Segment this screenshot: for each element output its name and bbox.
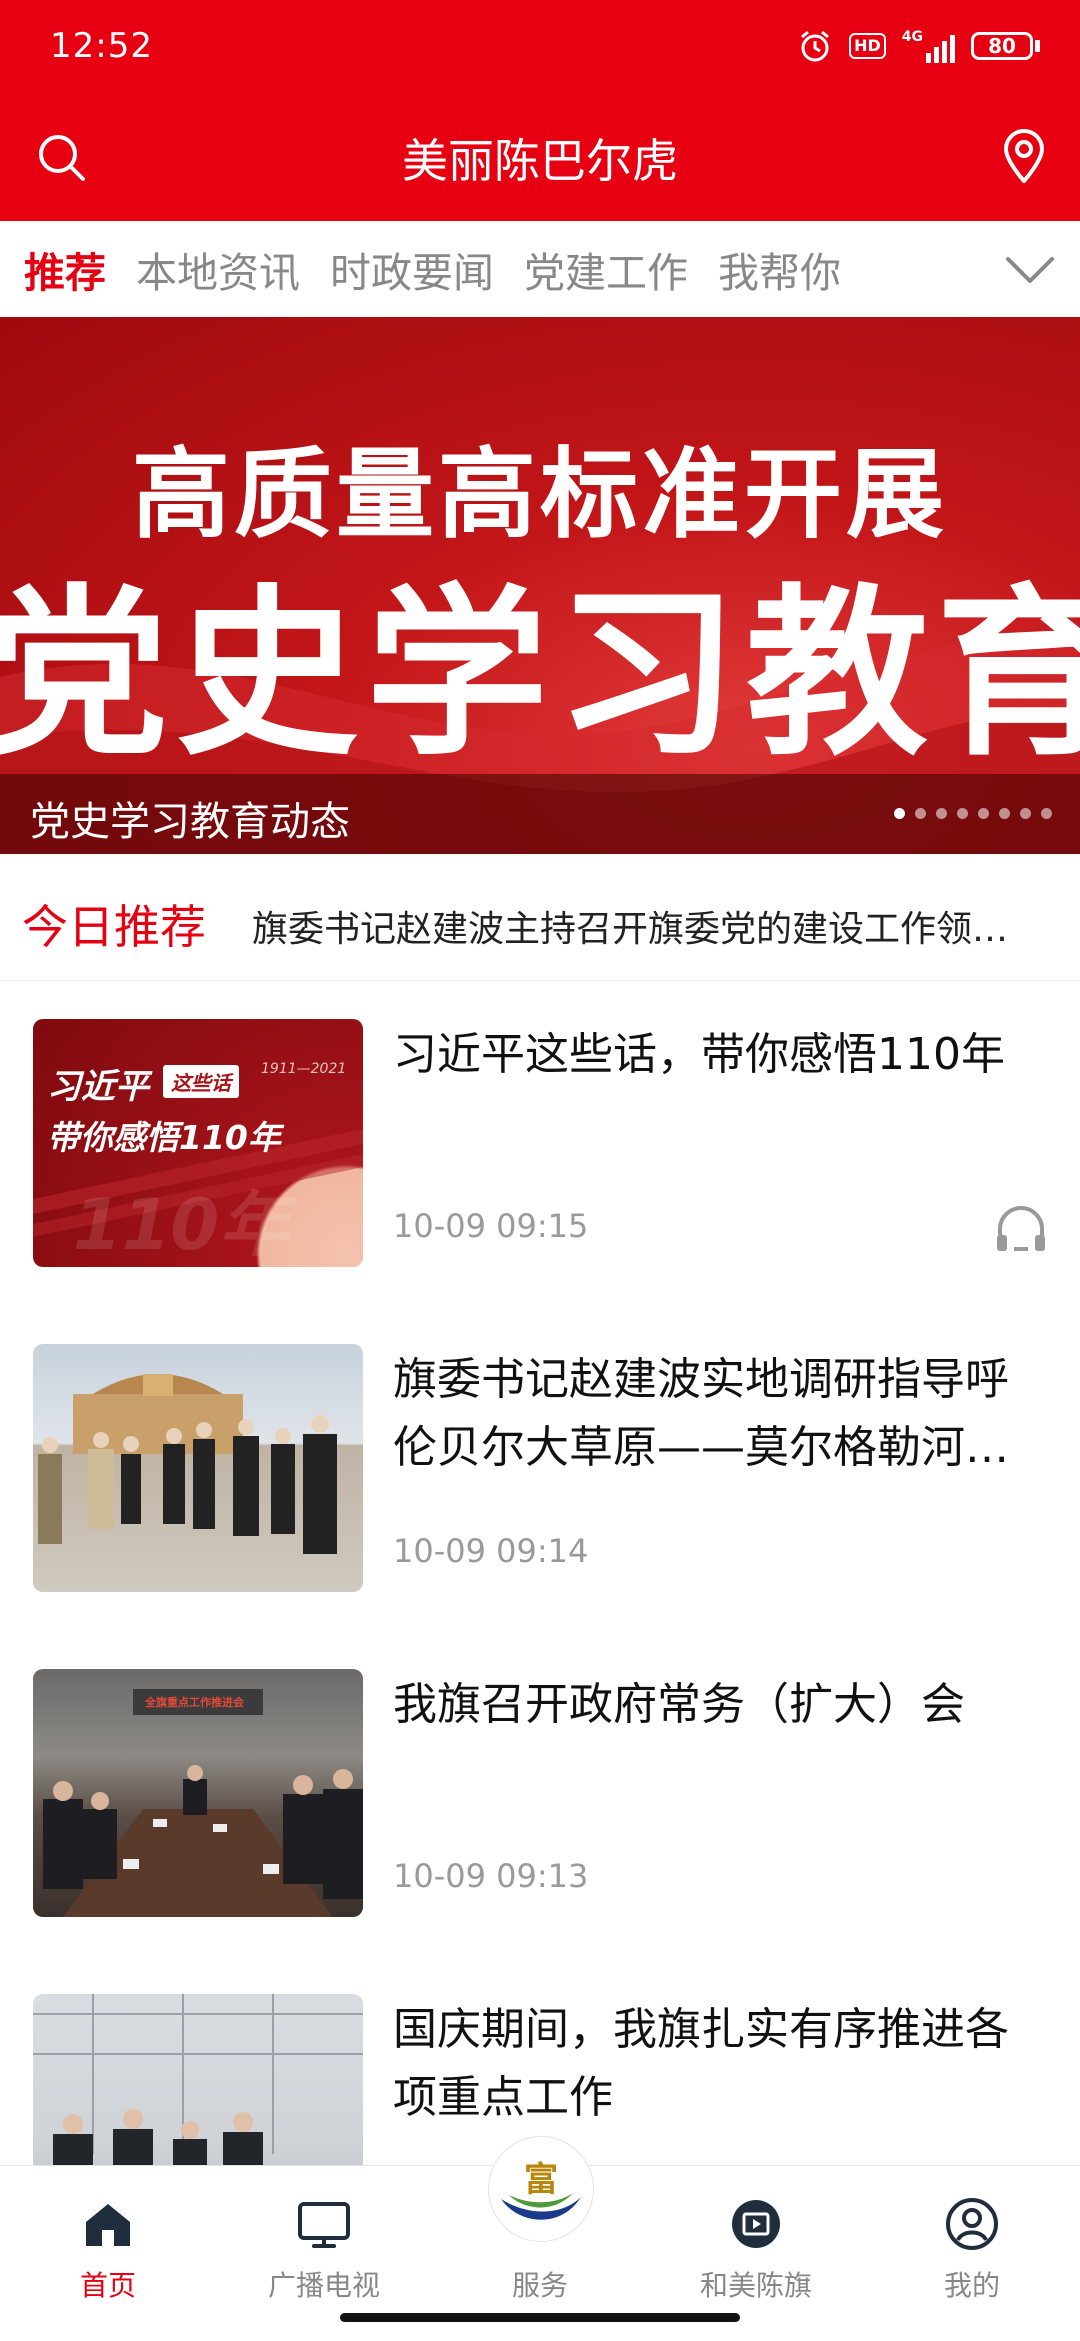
status-time: 12:52 [50,26,153,66]
nav-label: 我的 [943,2269,1000,2302]
news-title[interactable]: 我旗召开政府常务（扩大）会 [393,1671,1043,1739]
banner-caption: 党史学习教育动态 [30,799,350,845]
news-title[interactable]: 习近平这些话，带你感悟110年 [393,1021,1043,1089]
thumb-watermark: 110年 [73,1184,290,1266]
news-time: 10-09 09:13 [393,1857,589,1895]
home-indicator[interactable] [340,2313,740,2322]
news-item[interactable]: 国庆期间，我旗扎实有序推进各项重点工作 [0,1956,1080,2165]
news-thumbnail [33,1994,363,2165]
user-icon [946,2198,998,2250]
carousel-dot[interactable] [1020,808,1031,819]
svg-text:富: 富 [524,2160,558,2200]
news-item[interactable]: 习近平 这些话 1911—2021 带你感悟110年 110年 习近平这些话，带… [0,981,1080,1307]
home-icon [86,2204,130,2246]
nav-label: 服务 [511,2269,568,2302]
nav-broadcast-tv[interactable]: 广播电视 [216,2166,432,2316]
news-thumbnail: 习近平 这些话 1911—2021 带你感悟110年 110年 [33,1019,363,1267]
service-logo-icon: 富 [488,2136,594,2242]
app-header: 12:52 HD 4G 80 美丽陈巴尔虎 [0,0,1080,221]
nav-service[interactable]: 富 服务 [432,2136,648,2316]
battery-indicator: 80 [971,32,1040,60]
carousel-dot[interactable] [1041,808,1052,819]
today-headline[interactable]: 旗委书记赵建波主持召开旗委党的建设工作领导小组会议 [252,900,1032,952]
app-title: 美丽陈巴尔虎 [402,134,678,188]
news-item[interactable]: 全旗重点工作推进会 我旗召开政府常务（扩大）会 10-09 09:13 [0,1631,1080,1957]
thumb-years: 1911—2021 [261,1061,347,1077]
video-icon [732,2200,780,2248]
tab-party-building[interactable]: 党建工作 [524,239,688,299]
carousel-dot[interactable] [978,808,989,819]
nav-label: 广播电视 [267,2269,380,2302]
nav-home[interactable]: 首页 [0,2166,216,2316]
nav-label: 首页 [79,2269,136,2302]
news-thumbnail [33,1344,363,1592]
banner-carousel[interactable]: 高质量高标准开展 党史学习教育 党史学习教育动态 [0,317,1080,854]
carousel-dots [894,808,1052,819]
thumb-text: 习近平 [47,1067,149,1107]
banner-title: 党史学习教育 [0,568,1080,780]
alarm-icon [801,30,830,62]
signal-icon: 4G [902,29,955,63]
nav-label: 和美陈旗 [699,2269,812,2302]
banner-caption-bar: 党史学习教育动态 [0,774,1080,854]
tv-icon [298,2202,350,2248]
tab-local-news[interactable]: 本地资讯 [136,239,300,299]
carousel-dot[interactable] [894,808,905,819]
carousel-dot[interactable] [999,808,1010,819]
tab-politics[interactable]: 时政要闻 [330,239,494,299]
carousel-dot[interactable] [957,808,968,819]
carousel-dot[interactable] [936,808,947,819]
status-icons: HD 4G 80 [797,26,1040,66]
tab-recommend[interactable]: 推荐 [24,239,106,299]
hd-badge: HD [849,33,886,59]
carousel-dot[interactable] [915,808,926,819]
headphones-icon[interactable] [992,1199,1050,1257]
nav-hemei-chenqi[interactable]: 和美陈旗 [648,2166,864,2316]
chevron-down-icon[interactable] [1002,245,1058,293]
today-recommend[interactable]: 今日推荐 旗委书记赵建波主持召开旗委党的建设工作领导小组会议 [0,854,1080,981]
news-title[interactable]: 国庆期间，我旗扎实有序推进各项重点工作 [393,1996,1043,2132]
thumb-tag: 这些话 [163,1065,239,1098]
news-time: 10-09 09:14 [393,1532,589,1570]
tab-help-you[interactable]: 我帮你 [718,239,841,299]
news-thumbnail: 全旗重点工作推进会 [33,1669,363,1917]
news-time: 10-09 09:15 [393,1207,589,1245]
news-item[interactable]: 旗委书记赵建波实地调研指导呼伦贝尔大草原——莫尔格勒河… 10-09 09:14 [0,1306,1080,1632]
tab-fade [900,221,980,317]
category-tabs: 推荐 本地资讯 时政要闻 党建工作 我帮你 [0,221,1080,318]
news-title[interactable]: 旗委书记赵建波实地调研指导呼伦贝尔大草原——莫尔格勒河… [393,1346,1043,1482]
today-label: 今日推荐 [22,900,206,954]
thumb-text: 带你感悟110年 [47,1118,281,1157]
thumb-banner-text: 全旗重点工作推进会 [145,1696,244,1709]
location-icon[interactable] [998,127,1050,185]
nav-mine[interactable]: 我的 [864,2166,1080,2316]
